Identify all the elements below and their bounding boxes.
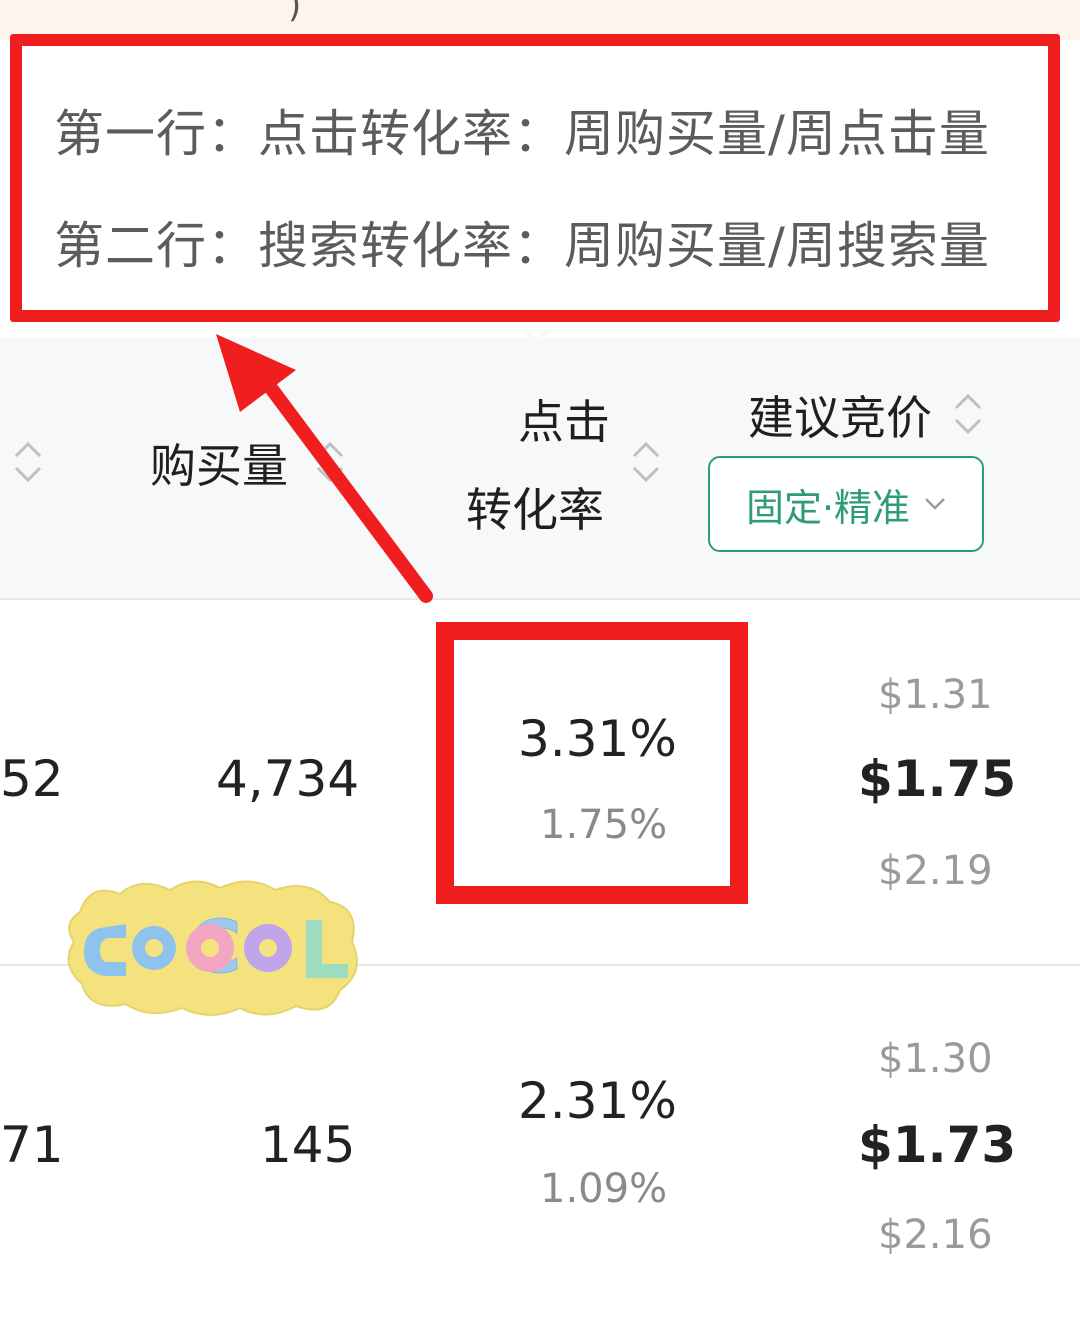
sort-icon-purchase[interactable]: [314, 436, 346, 488]
highlight-box-cell: [436, 622, 748, 904]
header-divider: [0, 598, 1080, 600]
cell-bid-low: $1.31: [878, 672, 993, 718]
sort-icon-click-conv[interactable]: [630, 436, 662, 488]
sort-icon-prev-col[interactable]: [12, 436, 44, 488]
cell-purchase: 145: [260, 1116, 356, 1174]
sort-icon-bid[interactable]: [952, 388, 984, 440]
partial-glyph: ): [288, 0, 302, 26]
header-purchase[interactable]: 购买量: [150, 430, 288, 496]
cool-sticker: C: [67, 880, 358, 1016]
cell-bid-low: $1.30: [878, 1036, 993, 1082]
cell-click-conv: 2.31%: [518, 1072, 677, 1130]
cell-bid-high: $2.19: [878, 848, 993, 894]
cell-bid-high: $2.16: [878, 1212, 993, 1258]
chevron-down-icon: [925, 498, 945, 510]
bid-type-select-label: 固定·精准: [745, 485, 911, 530]
highlight-box-tooltip: [10, 34, 1060, 322]
header-suggested-bid[interactable]: 建议竞价: [748, 382, 932, 448]
header-click-conv-line2[interactable]: 转化率: [466, 474, 604, 540]
header-click-conv-line1[interactable]: 点击: [518, 386, 610, 452]
bid-type-select[interactable]: 固定·精准: [708, 456, 984, 552]
cell-purchase: 4,734: [216, 750, 360, 808]
cell-bid-mid: $1.75: [858, 750, 1017, 808]
cell-prev-col: 52: [0, 750, 64, 808]
cell-prev-col: 71: [0, 1116, 64, 1174]
cell-bid-mid: $1.73: [858, 1116, 1017, 1174]
cell-search-conv: 1.09%: [540, 1166, 668, 1212]
